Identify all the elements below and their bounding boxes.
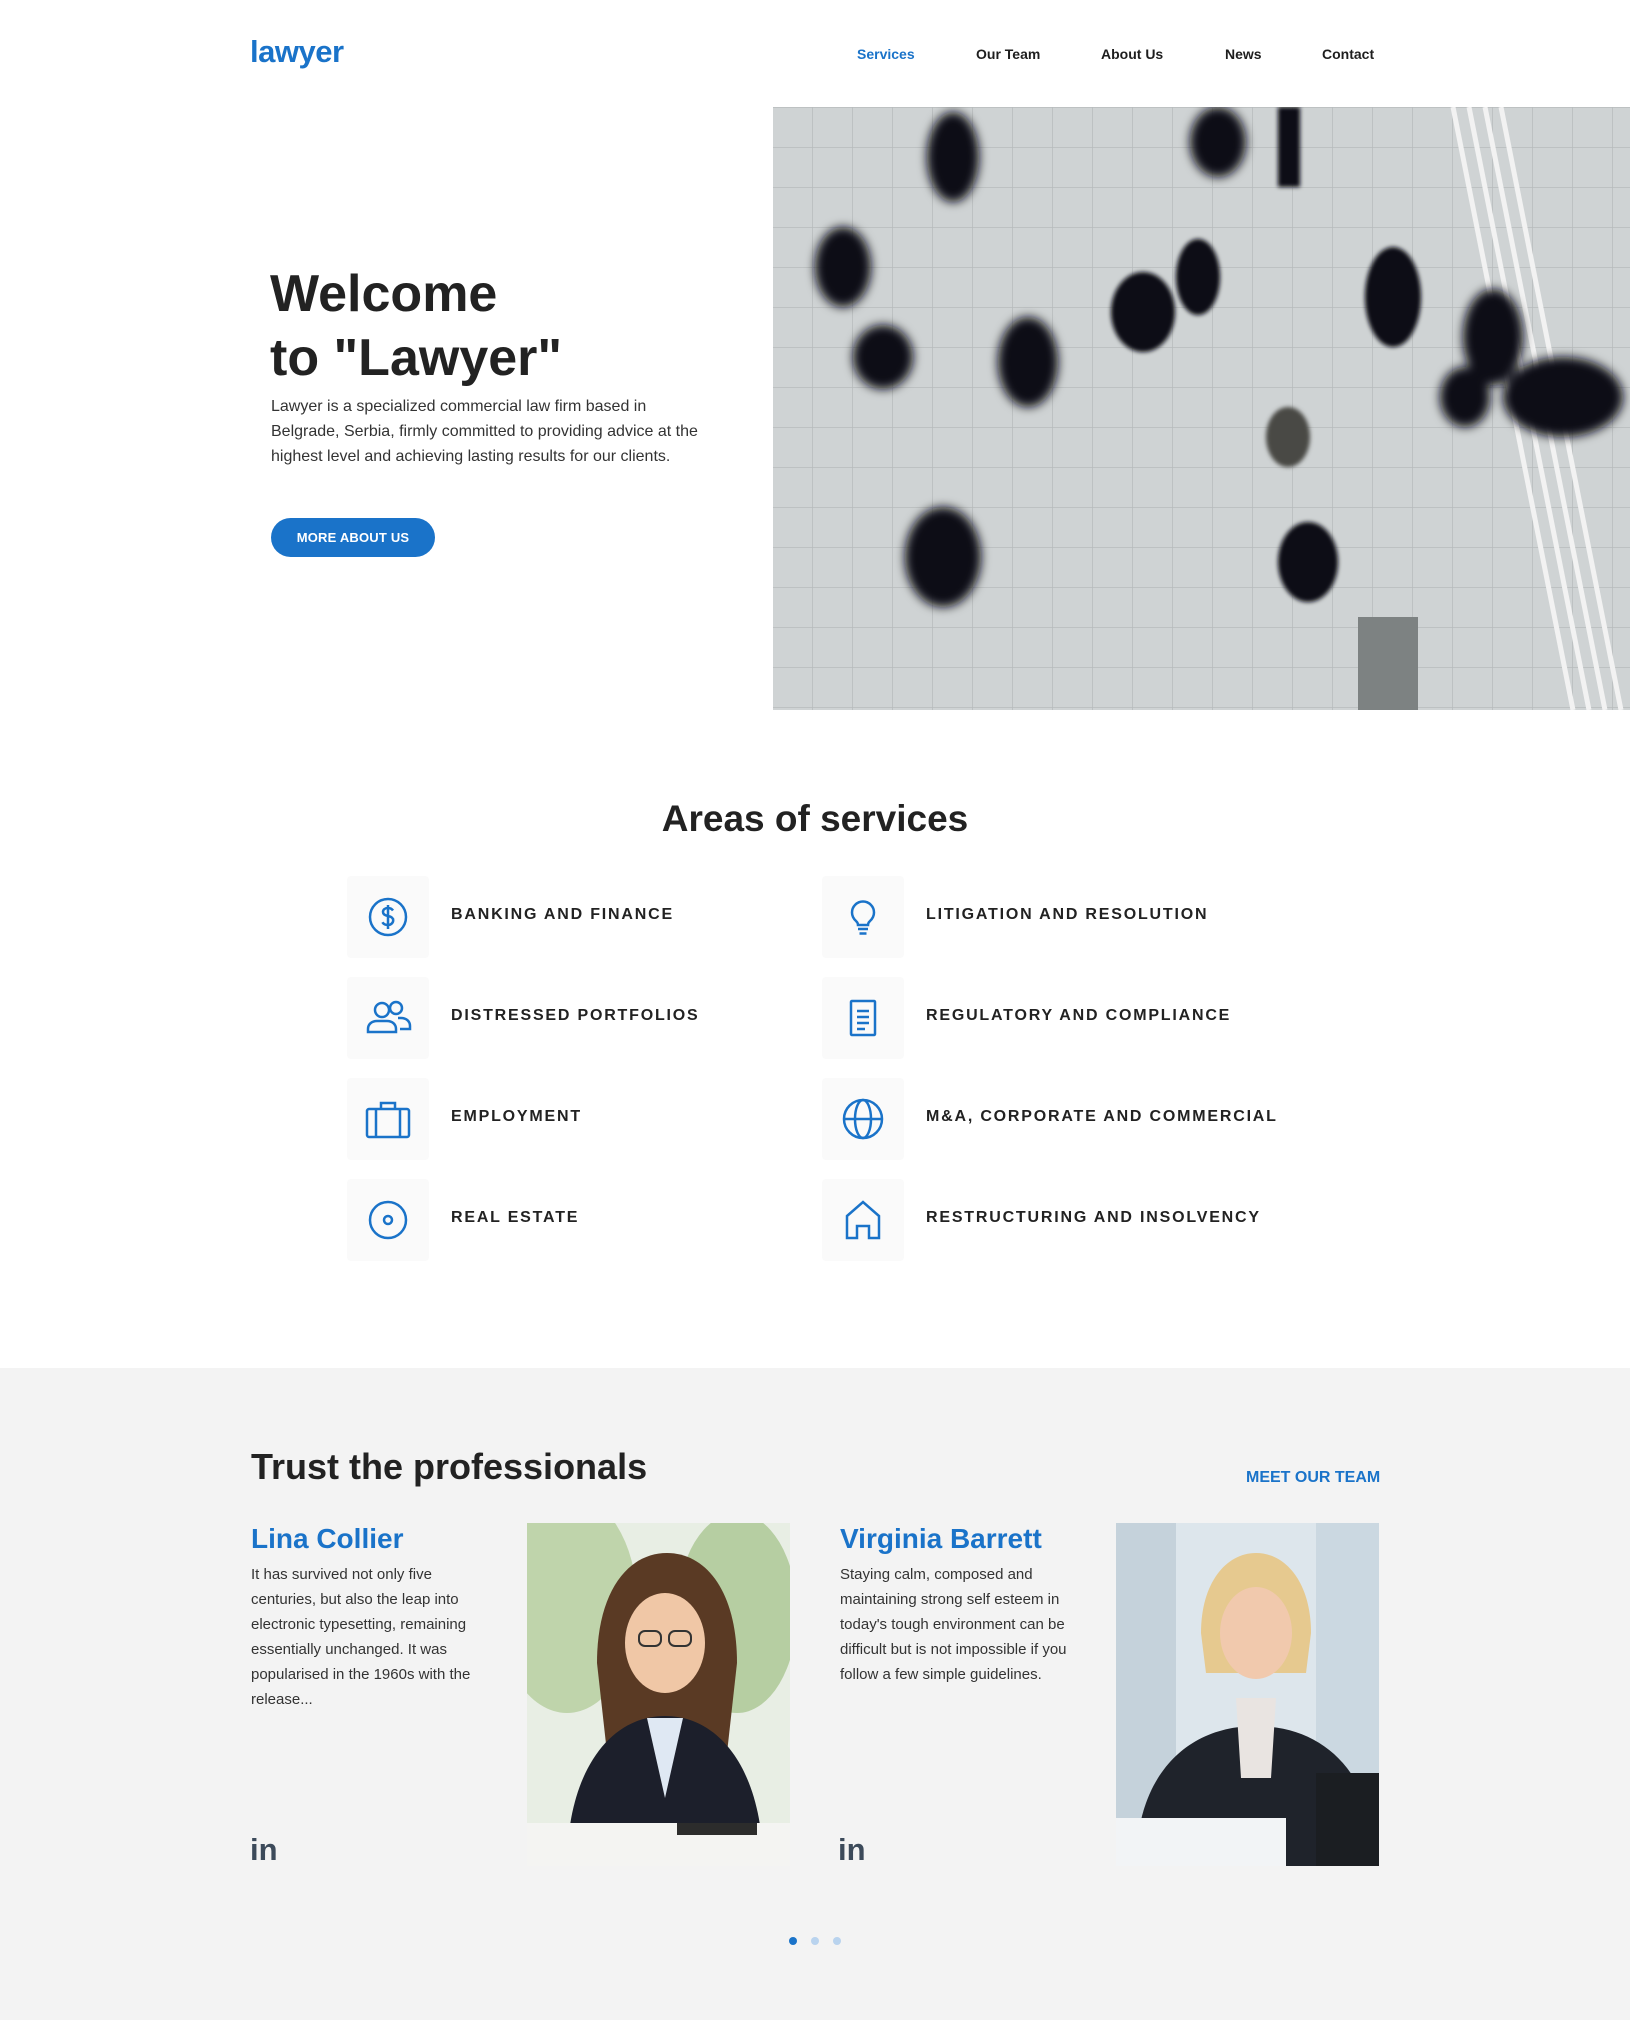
nav-about-us[interactable]: About Us	[1101, 46, 1163, 62]
service-label: RESTRUCTURING AND INSOLVENCY	[926, 1209, 1261, 1226]
hero-description: Lawyer is a specialized commercial law f…	[271, 398, 698, 465]
nav-our-team[interactable]: Our Team	[976, 46, 1040, 62]
more-about-us-button[interactable]: MORE ABOUT US	[271, 518, 435, 557]
document-icon	[822, 977, 904, 1059]
service-label: EMPLOYMENT	[451, 1108, 582, 1125]
hero-image	[773, 107, 1630, 710]
services-title: Areas of services	[661, 798, 969, 839]
nav-contact[interactable]: Contact	[1322, 46, 1374, 62]
service-label: REAL ESTATE	[451, 1209, 580, 1226]
hero-title: Welcome to "Lawyer"	[270, 262, 562, 390]
service-distressed-portfolios[interactable]: DISTRESSED PORTFOLIOS	[347, 977, 787, 1059]
member-name[interactable]: Lina Collier	[251, 1523, 403, 1555]
dollar-icon	[347, 876, 429, 958]
globe-icon	[822, 1078, 904, 1160]
service-restructuring-and-insolvency[interactable]: RESTRUCTURING AND INSOLVENCY	[822, 1179, 1262, 1261]
service-employment[interactable]: EMPLOYMENT	[347, 1078, 787, 1160]
service-litigation-and-resolution[interactable]: LITIGATION AND RESOLUTION	[822, 876, 1262, 958]
team-section	[0, 1368, 1630, 2020]
team-title: Trust the professionals	[251, 1446, 648, 1487]
member-photo	[1116, 1523, 1379, 1866]
service-real-estate[interactable]: REAL ESTATE	[347, 1179, 787, 1261]
member-name[interactable]: Virginia Barrett	[840, 1523, 1042, 1555]
hero-title-line2: to "Lawyer"	[270, 329, 563, 387]
carousel-dots	[0, 1937, 1630, 1947]
service-ma-corporate-and-commercial[interactable]: M&A, CORPORATE AND COMMERCIAL	[822, 1078, 1276, 1160]
carousel-dot-2[interactable]	[811, 1937, 819, 1945]
main-nav: Services Our Team About Us News Contact	[0, 46, 1630, 66]
linkedin-icon[interactable]: in	[838, 1832, 866, 1868]
linkedin-icon[interactable]: in	[250, 1832, 278, 1868]
service-label: BANKING AND FINANCE	[451, 906, 674, 923]
member-bio: It has survived not only five centuries,…	[251, 1566, 471, 1708]
service-label: LITIGATION AND RESOLUTION	[926, 906, 1209, 923]
home-icon	[822, 1179, 904, 1261]
nav-services[interactable]: Services	[857, 46, 915, 62]
carousel-dot-1[interactable]	[789, 1937, 797, 1945]
target-icon	[347, 1179, 429, 1261]
member-bio: Staying calm, composed and maintaining s…	[840, 1566, 1067, 1683]
carousel-dot-3[interactable]	[833, 1937, 841, 1945]
service-regulatory-and-compliance[interactable]: REGULATORY AND COMPLIANCE	[822, 977, 1262, 1059]
lightbulb-icon	[822, 876, 904, 958]
users-icon	[347, 977, 429, 1059]
service-label: DISTRESSED PORTFOLIOS	[451, 1007, 700, 1024]
member-photo	[527, 1523, 790, 1866]
service-label: REGULATORY AND COMPLIANCE	[926, 1007, 1232, 1024]
hero-title-line1: Welcome	[270, 265, 498, 323]
service-banking-and-finance[interactable]: BANKING AND FINANCE	[347, 876, 787, 958]
service-label: M&A, CORPORATE AND COMMERCIAL	[926, 1108, 1278, 1125]
briefcase-icon	[347, 1078, 429, 1160]
meet-our-team-link[interactable]: MEET OUR TEAM	[1246, 1469, 1380, 1487]
nav-news[interactable]: News	[1225, 46, 1262, 62]
